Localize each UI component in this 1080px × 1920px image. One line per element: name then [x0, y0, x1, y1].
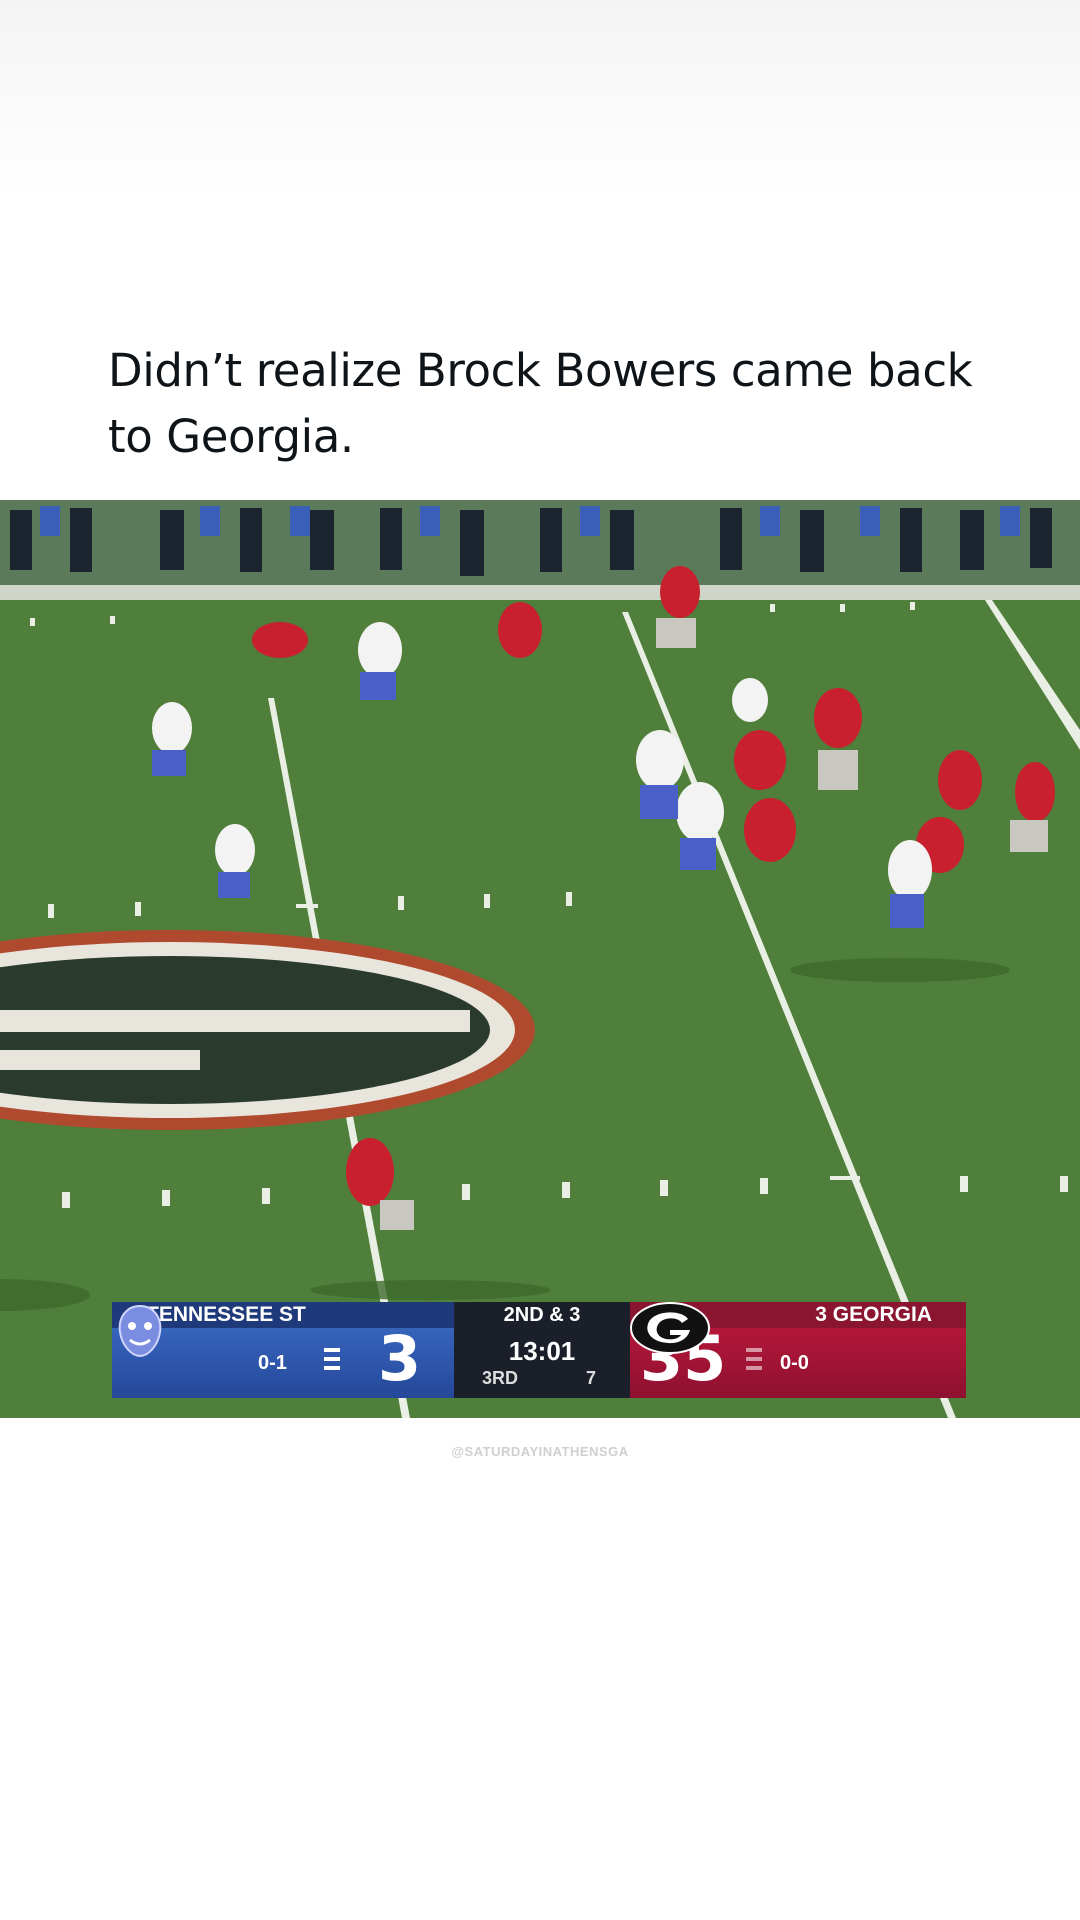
game-status-panel: 2ND & 3 13:01 3RD 7 [454, 1302, 630, 1398]
away-timeouts [324, 1348, 340, 1375]
game-clock: 13:01 [508, 1336, 576, 1366]
home-timeouts [746, 1348, 762, 1375]
scoreboard: TENNESSEE ST 0-1 3 2ND & 3 13:01 3RD 7 3… [112, 1302, 966, 1398]
away-score: 3 [378, 1322, 422, 1395]
post-caption: Didn’t realize Brock Bowers came back to… [108, 344, 973, 463]
georgia-g-logo-icon [630, 1302, 710, 1354]
video-player[interactable]: TENNESSEE ST 0-1 3 2ND & 3 13:01 3RD 7 3… [0, 500, 1080, 1418]
home-record: 0-0 [780, 1352, 809, 1374]
home-team-panel: 3 GEORGIA 35 0-0 [630, 1302, 966, 1398]
quarter: 3RD [482, 1368, 519, 1388]
football-field-scene [0, 500, 1080, 1418]
tiger-logo-icon [118, 1304, 162, 1358]
watermark-text: @SATURDAYINATHENSGA [451, 1444, 629, 1459]
away-team-panel: TENNESSEE ST 0-1 3 [112, 1302, 454, 1398]
down-and-distance: 2ND & 3 [503, 1304, 581, 1326]
top-background [0, 0, 1080, 200]
away-record: 0-1 [258, 1352, 287, 1374]
play-clock: 7 [585, 1368, 596, 1388]
